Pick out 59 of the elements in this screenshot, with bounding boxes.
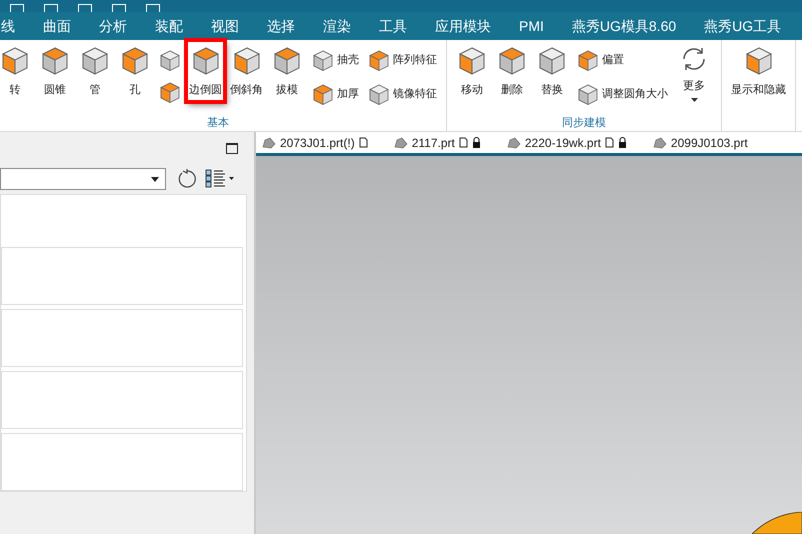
list-view-icon[interactable] [205, 169, 235, 189]
maximize-icon[interactable] [226, 142, 238, 154]
tool-button[interactable]: 圆锥 [36, 40, 74, 102]
file-tab[interactable]: 2220-19wk.prt [506, 134, 627, 152]
group-label: 基本 [207, 116, 229, 131]
file-tab[interactable]: 2099J0103.prt [652, 134, 748, 152]
tool-button[interactable]: 调整圆角大小 [576, 82, 668, 106]
menu-item[interactable]: 选择 [267, 16, 295, 36]
part-icon [394, 136, 408, 148]
solid-icon [311, 82, 335, 106]
caret-icon [151, 176, 159, 182]
tool-button[interactable]: 边倒圆 [186, 40, 225, 102]
document-icon [358, 137, 368, 148]
menu-item[interactable]: 燕秀UG工具 [704, 16, 782, 36]
menu-item[interactable]: 曲面 [43, 16, 71, 36]
part-model [752, 512, 802, 534]
tool-button[interactable]: 替换 [533, 40, 571, 102]
solid-icon [576, 48, 600, 72]
tool-button[interactable] [158, 48, 182, 72]
tool-button[interactable]: 偏置 [576, 48, 668, 72]
tool-button[interactable]: 管 [76, 40, 114, 102]
part-icon [652, 136, 667, 148]
tool-button[interactable]: 加厚 [311, 82, 359, 106]
tool-button[interactable] [158, 80, 182, 104]
menu-item[interactable]: 工具 [379, 16, 407, 36]
solid-icon [576, 82, 600, 106]
tool-button[interactable]: 显示和隐藏 [728, 40, 789, 102]
solid-icon [311, 48, 335, 72]
group-label: 同步建模 [562, 116, 606, 131]
tool-button[interactable]: 移动 [453, 40, 491, 102]
menu-item[interactable]: 线 [1, 16, 15, 36]
tool-button[interactable]: 转 [0, 40, 34, 102]
file-tab[interactable]: 2073J01.prt(!) [262, 134, 368, 152]
menu-item[interactable]: PMI [519, 16, 544, 36]
part-icon [506, 136, 521, 148]
solid-icon [158, 48, 182, 72]
document-icon [604, 137, 614, 148]
tool-button[interactable]: 删除 [493, 40, 531, 102]
solid-icon [367, 48, 391, 72]
menu-item[interactable]: 分析 [99, 16, 127, 36]
caret-icon [690, 98, 698, 102]
file-tab[interactable]: 2117.prt [394, 134, 481, 152]
solid-icon [367, 82, 391, 106]
menu-item[interactable]: 渲染 [323, 16, 351, 36]
menu-item[interactable]: 装配 [155, 16, 183, 36]
menu-item[interactable]: 燕秀UG模具8.60 [572, 16, 676, 36]
filter-dropdown[interactable] [0, 168, 166, 190]
part-icon [262, 136, 276, 148]
menu-item[interactable]: 视图 [211, 16, 239, 36]
tool-button[interactable]: 抽壳 [311, 48, 359, 72]
tool-button[interactable]: 孔 [116, 40, 154, 102]
tool-button[interactable]: 倒斜角 [227, 40, 266, 102]
more-button[interactable]: 更多 [673, 40, 715, 114]
tool-button[interactable]: 拔模 [268, 40, 306, 102]
tool-button[interactable]: 阵列特征 [367, 48, 437, 72]
tool-button[interactable]: 镜像特征 [367, 82, 437, 106]
document-icon [458, 137, 468, 148]
solid-icon [158, 80, 182, 104]
menu-item[interactable]: 应用模块 [435, 16, 491, 36]
